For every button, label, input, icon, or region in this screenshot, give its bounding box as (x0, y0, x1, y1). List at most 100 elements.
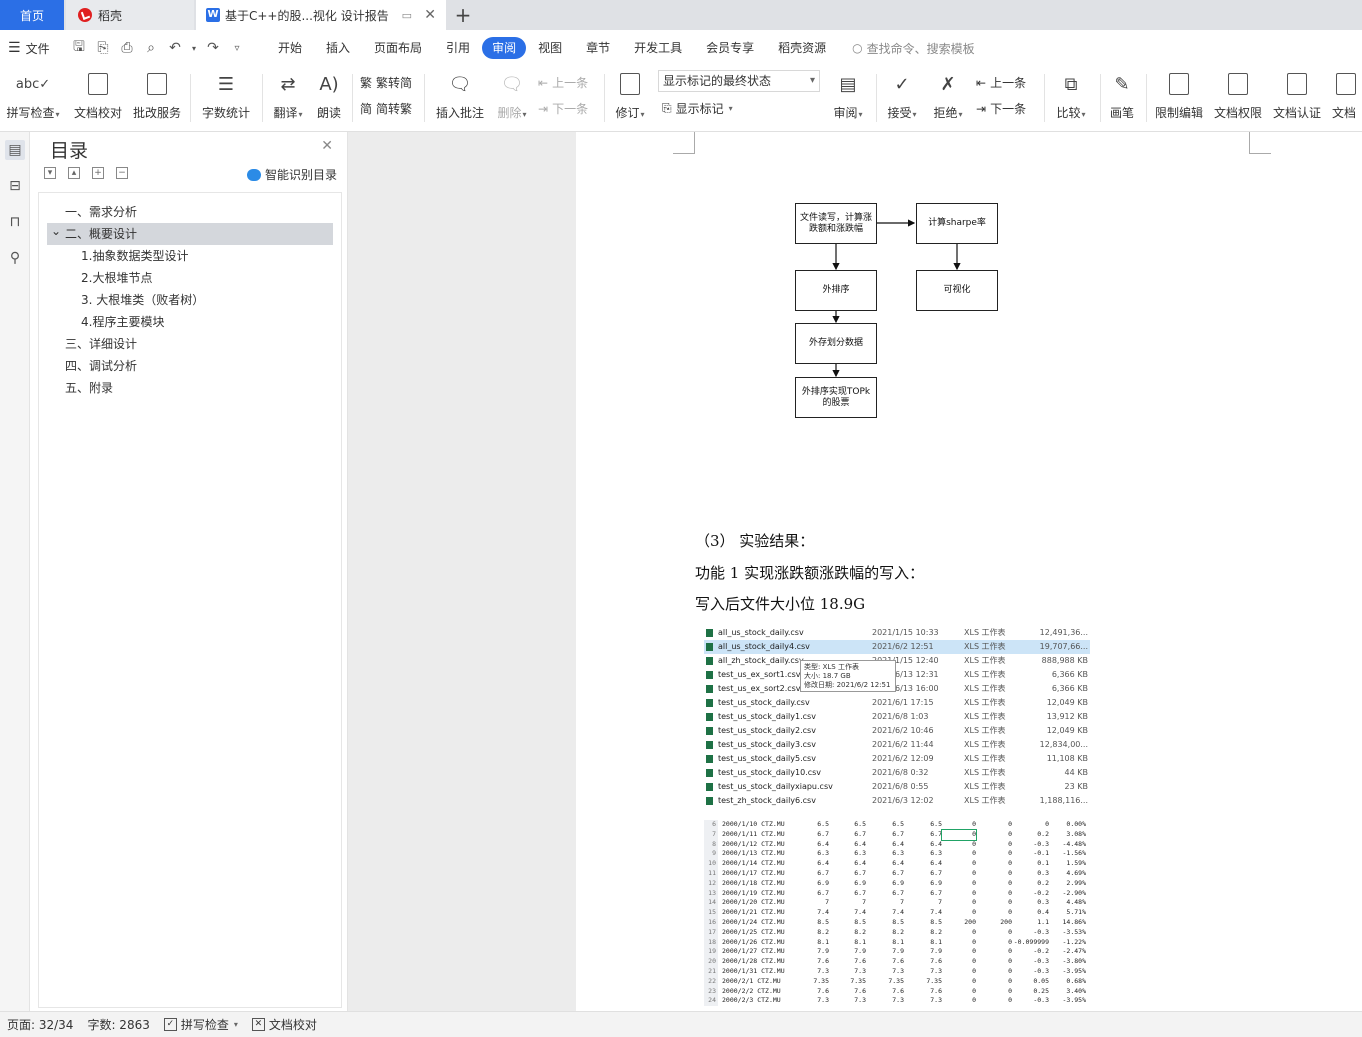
doc-proof-button[interactable]: 文档校对 (72, 70, 124, 126)
menu-item[interactable]: 引用 (434, 37, 482, 59)
toc-item[interactable]: 一、需求分析 (47, 201, 333, 223)
doc-permission-button[interactable]: 文档权限 (1212, 70, 1264, 126)
bookmark-icon[interactable]: ⊓ (5, 212, 25, 232)
expand-one-icon[interactable]: ▴ (68, 167, 80, 179)
show-markup-button[interactable]: ⎘ 显示标记 ▾ (662, 100, 733, 117)
prev-comment-button[interactable]: ⇤ 上一条 (538, 74, 588, 91)
menu-item[interactable]: 会员专享 (694, 37, 766, 59)
compare-button[interactable]: ⧉ 比较▾ (1050, 70, 1092, 126)
accept-button[interactable]: ✓ 接受▾ (882, 70, 922, 126)
sheet-cell: 0 (1008, 986, 1012, 995)
sheet-cell: -3.53% (1062, 927, 1086, 936)
search-icon[interactable]: ⚲ (5, 248, 25, 268)
sheet-cell: -1.22% (1062, 937, 1086, 946)
flow-node-external-sort: 外排序 (795, 270, 877, 311)
plus-icon: + (454, 3, 472, 27)
toc-item[interactable]: ⌄ 二、概要设计 (47, 223, 333, 245)
next-change-button[interactable]: ⇥ 下一条 (976, 100, 1026, 117)
tab-close-icon[interactable]: ✕ (424, 7, 436, 23)
undo-icon[interactable]: ↶ (166, 40, 184, 56)
delete-comment-button[interactable]: 🗨 删除▾ (492, 70, 532, 126)
status-doc-proof[interactable]: ✕ 文档校对 (245, 1016, 324, 1033)
page-indicator[interactable]: 页面: 32/34 (0, 1016, 80, 1033)
review-pane-button[interactable]: ▤ 审阅▾ (828, 70, 868, 126)
prev-change-button[interactable]: ⇤ 上一条 (976, 74, 1026, 91)
status-spell-check[interactable]: ✓ 拼写检查 ▾ (157, 1016, 245, 1033)
menu-item[interactable]: 开发工具 (622, 37, 694, 59)
close-icon[interactable]: ✕ (321, 138, 333, 154)
tab-document[interactable]: W 基于C++的股...视化 设计报告 ▭ ✕ (196, 0, 446, 30)
insert-comment-button[interactable]: 🗨 插入批注 (432, 70, 488, 126)
toc-panel-icon[interactable]: ▤ (5, 140, 25, 160)
simplified-to-traditional-button[interactable]: 简简转繁 (360, 100, 412, 117)
toc-item[interactable]: 4.程序主要模块 (47, 311, 333, 333)
toc-item[interactable]: 三、详细设计 (47, 333, 333, 355)
save-icon[interactable]: 🖫 (70, 36, 88, 60)
doc-certify-button[interactable]: 文档认证 (1270, 70, 1324, 126)
collapse-all-icon[interactable]: − (116, 167, 128, 179)
menu-item[interactable]: 章节 (574, 37, 622, 59)
toc-item[interactable]: 五、附录 (47, 377, 333, 399)
menu-item[interactable]: 开始 (266, 37, 314, 59)
sheet-cell: 0 (972, 976, 976, 985)
tab-home[interactable]: 首页 (0, 0, 64, 30)
sheet-cell: 8.1 (817, 937, 829, 946)
toc-item[interactable]: 2.大根堆节点 (47, 267, 333, 289)
word-count-button[interactable]: ☰ 字数统计 (198, 70, 254, 126)
read-aloud-button[interactable]: A) 朗读 (312, 70, 346, 126)
command-search-placeholder: 查找命令、搜索模板 (866, 41, 975, 56)
export-pdf-icon[interactable]: ⎘ (94, 40, 112, 56)
sheet-cell: 6.7 (817, 869, 829, 877)
toc-item[interactable]: 1.抽象数据类型设计 (47, 245, 333, 267)
sheet-cell: 8.2 (817, 927, 829, 936)
toc-item-label: 2.大根堆节点 (81, 271, 153, 285)
chapter-icon[interactable]: ⊟ (5, 176, 25, 196)
file-list-image: all_us_stock_daily.csv 2021/1/15 10:33 XLS… (704, 626, 1090, 812)
toc-item[interactable]: 3. 大根堆类（败者树） (47, 289, 333, 311)
traditional-to-simplified-button[interactable]: 繁繁转简 (360, 74, 412, 91)
tab-pin-icon[interactable]: ▭ (402, 9, 412, 22)
menu-item[interactable]: 视图 (526, 37, 574, 59)
daoke-logo-icon (78, 8, 92, 22)
redo-icon[interactable]: ↷ (204, 40, 222, 56)
word-count-indicator[interactable]: 字数: 2863 (80, 1016, 156, 1033)
next-comment-button[interactable]: ⇥ 下一条 (538, 100, 588, 117)
chevron-down-icon[interactable]: ⌄ (51, 220, 61, 242)
prev-change-icon: ⇤ (976, 75, 987, 90)
print-icon[interactable]: ⎙ (118, 40, 136, 56)
file-type: XLS 工作表 (964, 670, 1006, 679)
sheet-cell: 0 (972, 957, 976, 966)
track-changes-button[interactable]: 修订▾ (610, 70, 650, 126)
menu-item[interactable]: 插入 (314, 37, 362, 59)
undo-dropdown-icon[interactable]: ▾ (190, 44, 198, 53)
menu-item[interactable]: 页面布局 (362, 37, 434, 59)
spell-check-button[interactable]: abc✓ 拼写检查▾ (4, 70, 62, 126)
translate-button[interactable]: ⇄ 翻译▾ (268, 70, 308, 126)
command-search[interactable]: ○ 查找命令、搜索模板 (852, 40, 975, 57)
print-preview-icon[interactable]: ⌕ (142, 40, 160, 56)
file-menu[interactable]: ☰ 文件 (0, 40, 62, 57)
new-tab-button[interactable]: + (452, 0, 474, 30)
flow-node-split-data: 外存划分数据 (795, 323, 877, 364)
menu-item[interactable]: 审阅 (482, 37, 527, 59)
doc-more-button[interactable]: 文档 (1332, 70, 1362, 126)
restrict-edit-button[interactable]: 限制编辑 (1152, 70, 1206, 126)
document-page[interactable]: 文件读写，计算涨跌额和涨跌幅 计算sharpe率 外排序 可视化 外存划分数据 … (576, 132, 1362, 1011)
sheet-cell: 6.4 (817, 839, 829, 848)
pen-button[interactable]: ✎ 画笔 (1106, 70, 1138, 126)
file-name: all_us_stock_daily.csv (718, 628, 804, 637)
sheet-cell: 0 (972, 986, 976, 995)
menu-item[interactable]: 稻壳资源 (766, 37, 838, 59)
markup-display-select[interactable]: 显示标记的最终状态 (658, 70, 820, 92)
sheet-cell: 0 (972, 869, 976, 877)
collapse-one-icon[interactable]: ▾ (44, 167, 56, 179)
doc-proof-label: 文档校对 (73, 106, 122, 120)
reject-button[interactable]: ✗ 拒绝▾ (928, 70, 968, 126)
sheet-cell: 6.7 (892, 869, 904, 877)
toc-item[interactable]: 四、调试分析 (47, 355, 333, 377)
tab-daoke[interactable]: 稻壳 (66, 0, 194, 30)
smart-toc-button[interactable]: 智能识别目录 (246, 166, 337, 183)
review-service-button[interactable]: 批改服务 (131, 70, 183, 126)
expand-all-icon[interactable]: + (92, 167, 104, 179)
customize-toolbar-icon[interactable]: ▿ (228, 43, 246, 54)
